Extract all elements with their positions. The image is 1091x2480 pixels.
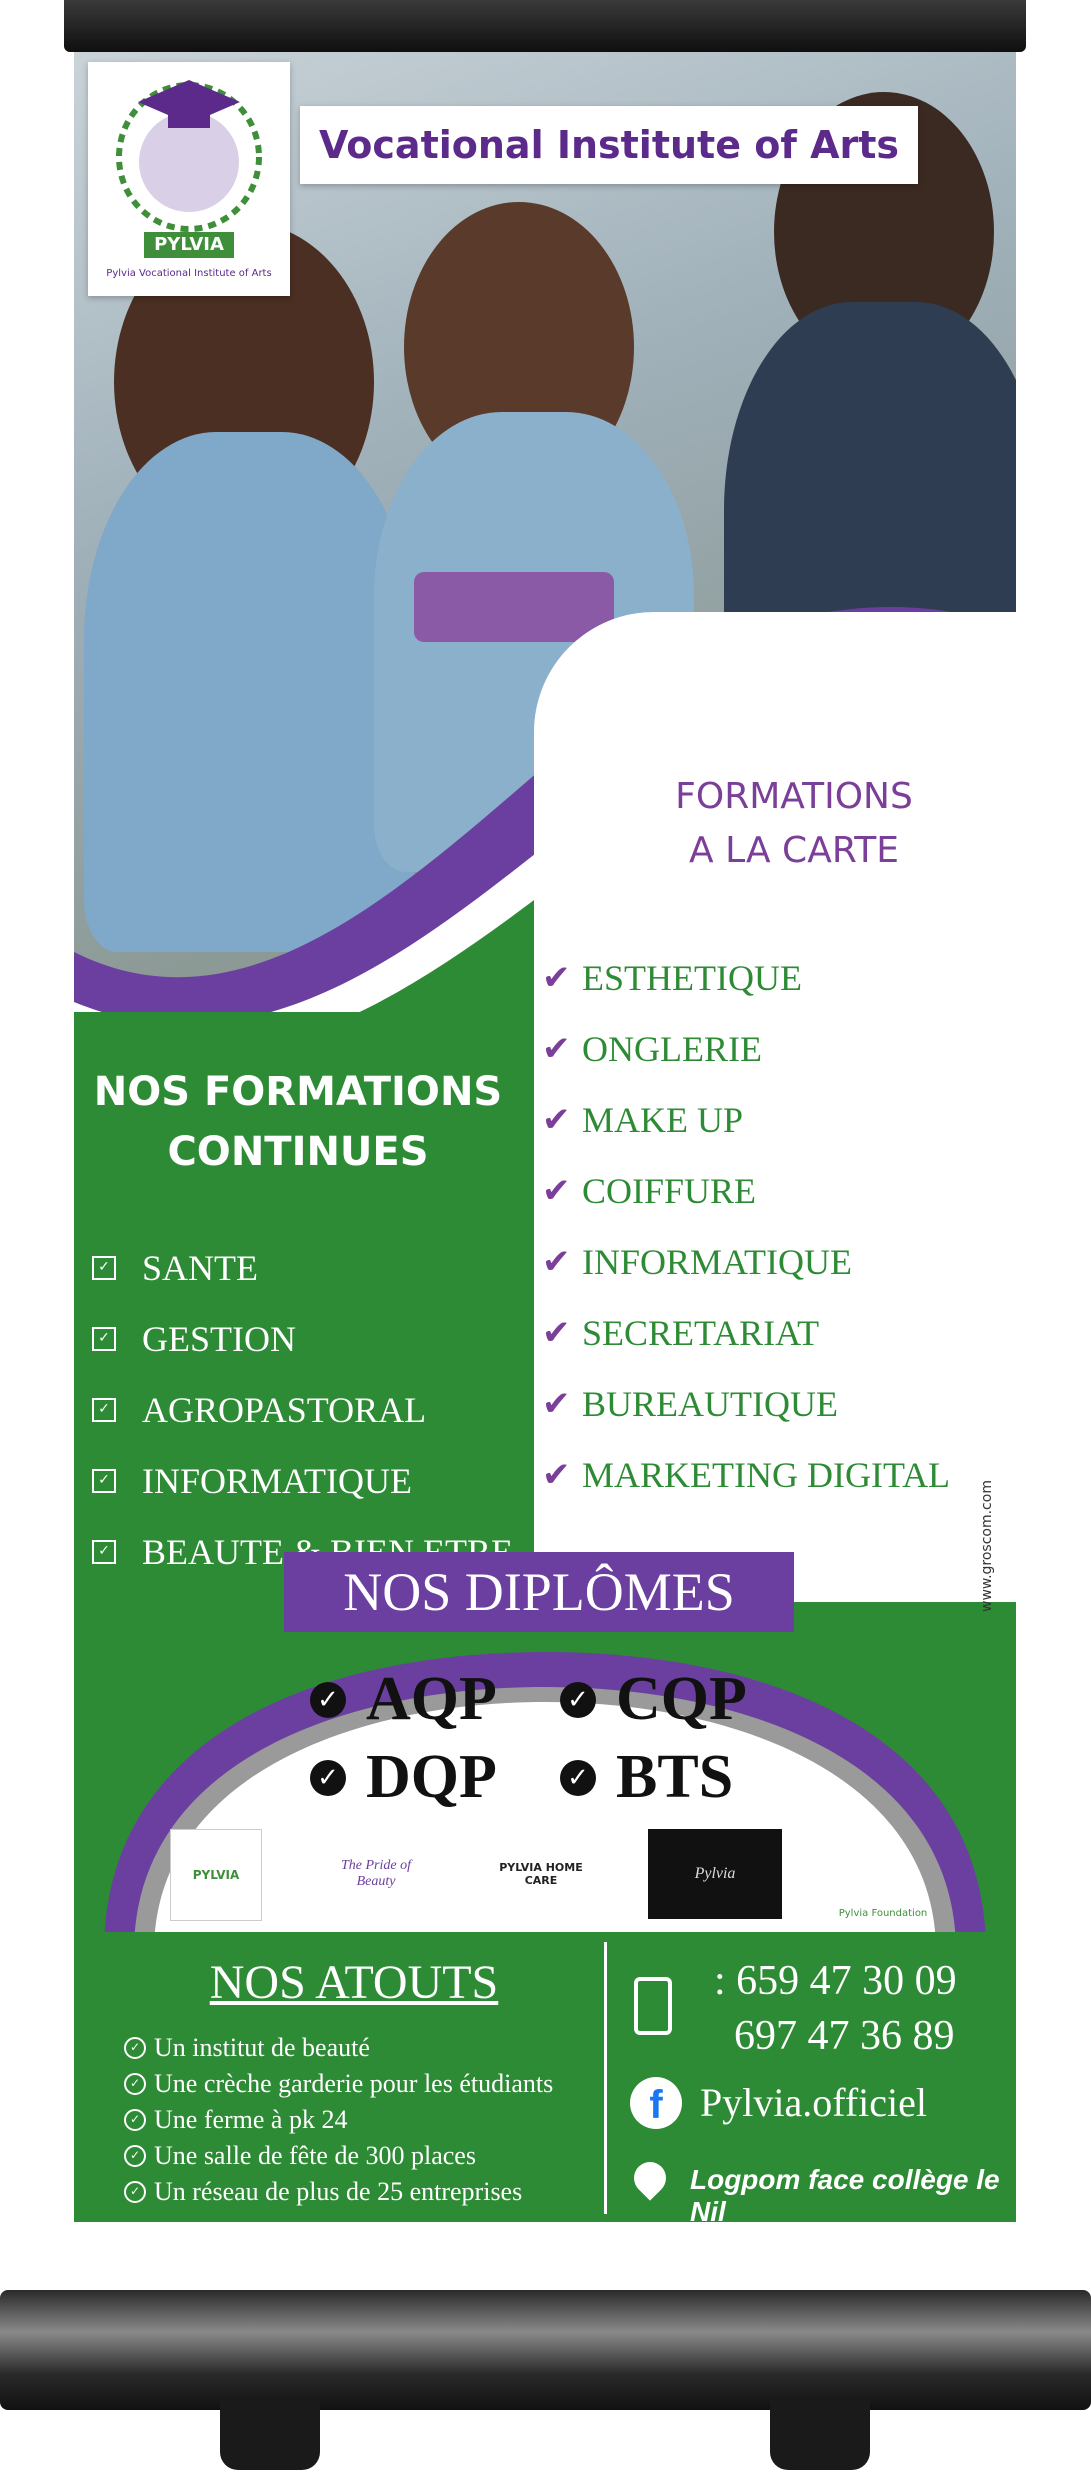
list-item-label: Un réseau de plus de 25 entreprises [154,2177,523,2206]
logo-name: PYLVIA [154,234,224,255]
list-item-label: Une ferme à pk 24 [154,2105,348,2134]
list-item: ✔ ESTHETIQUE [542,942,1016,1013]
check-icon: ✔ [542,957,571,998]
list-item-label: INFORMATIQUE [582,1241,852,1282]
facebook-icon: f [630,2077,682,2129]
list-item-label: Une crèche garderie pour les étudiants [154,2069,554,2098]
checkbox-icon: ✓ [92,1397,116,1422]
list-item: ✓ Une crèche garderie pour les étudiants [124,2066,594,2102]
diplomes-title: NOS DIPLÔMES [343,1562,735,1622]
page-title: Vocational Institute of Arts [318,123,900,167]
list-item-label: INFORMATIQUE [142,1460,412,1501]
list-item-label: BUREAUTIQUE [582,1383,838,1424]
formations-continues-title: NOS FORMATIONS CONTINUES [88,1062,508,1182]
list-item: ✔ SECRETARIAT [542,1297,1016,1368]
check-icon: ✓ [310,1759,346,1796]
partner-logo-home-care: PYLVIA HOME CARE [499,1861,583,1887]
list-item-label: SANTE [142,1247,258,1288]
logo-caption: Pylvia Vocational Institute of Arts [106,268,272,279]
list-item-label: Une salle de fête de 300 places [154,2141,476,2170]
checkbox-icon: ✓ [92,1255,116,1280]
formations-continues-title-line1: NOS FORMATIONS [93,1069,503,1115]
phone-number-1: : 659 47 30 09 [714,1958,957,2004]
check-icon: ✓ [124,2109,146,2131]
list-item: ✔ ONGLERIE [542,1013,1016,1084]
check-icon: ✓ [124,2181,146,2203]
partner-logo-pylvia: PYLVIA [170,1829,262,1921]
formations-carte-list: ✔ ESTHETIQUE ✔ ONGLERIE ✔ MAKE UP ✔ COIFFURE… [542,942,1016,1510]
list-item-label: MARKETING DIGITAL [582,1454,951,1495]
title-box: Vocational Institute of Arts [300,106,918,184]
list-item-label: MAKE UP [582,1099,744,1140]
stand-foot-left [220,2400,320,2470]
checkbox-icon: ✓ [92,1468,116,1493]
divider [604,1942,607,2214]
list-item: ✓ INFORMATIQUE [88,1445,548,1516]
check-icon: ✔ [542,1099,571,1140]
list-item: ✓ SANTE [88,1232,548,1303]
facebook-handle: Pylvia.officiel [700,2080,927,2125]
list-item-label: ONGLERIE [582,1028,762,1069]
check-icon: ✓ [560,1759,596,1796]
check-icon: ✔ [542,1170,571,1211]
diploma-label: DQP [366,1743,497,1811]
list-item: ✔ COIFFURE [542,1155,1016,1226]
designer-credit: www.groscom.com [979,1480,995,1612]
partner-logo-photo: Pylvia [648,1829,782,1919]
formations-carte-title: FORMATIONS A LA CARTE [634,770,954,878]
diploma-item: ✓ DQP [310,1742,497,1813]
check-icon: ✓ [124,2145,146,2167]
checkbox-icon: ✓ [92,1539,116,1564]
formations-carte-title-line1: FORMATIONS [675,776,913,817]
phone-icon [634,1977,672,2035]
partner-logo-foundation: Pylvia Foundation [838,1908,928,1919]
list-item: ✓ Un institut de beauté [124,2030,594,2066]
check-icon: ✔ [542,1028,571,1069]
stand-foot-right [770,2400,870,2470]
list-item: ✓ Un réseau de plus de 25 entreprises [124,2174,594,2210]
diploma-item: ✓ AQP [310,1664,497,1735]
check-icon: ✓ [310,1681,346,1718]
list-item: ✓ AGROPASTORAL [88,1374,548,1445]
formations-carte-title-line2: A LA CARTE [689,830,899,871]
stand-base [0,2290,1091,2410]
formations-continues-title-line2: CONTINUES [167,1129,429,1175]
diploma-label: BTS [616,1743,734,1811]
address: Logpom face collège le Nil [690,2164,1000,2227]
list-item-label: ESTHETIQUE [582,957,802,998]
diploma-item: ✓ BTS [560,1742,733,1813]
list-item-label: Un institut de beauté [154,2033,370,2062]
formations-continues-list: ✓ SANTE ✓ GESTION ✓ AGROPASTORAL ✓ INFORMATI… [88,1232,548,1587]
institute-logo: PYLVIA Pylvia Vocational Institute of Ar… [88,62,290,296]
diploma-item: ✓ CQP [560,1664,747,1735]
list-item: ✓ Une salle de fête de 300 places [124,2138,594,2174]
list-item-label: COIFFURE [582,1170,757,1211]
list-item: ✔ BUREAUTIQUE [542,1368,1016,1439]
diploma-label: CQP [616,1665,747,1733]
phone-number-2: 697 47 36 89 [734,2013,955,2059]
atouts-title: NOS ATOUTS [209,1956,499,2009]
check-icon: ✓ [124,2073,146,2095]
list-item: ✔ MAKE UP [542,1084,1016,1155]
list-item-label: AGROPASTORAL [142,1389,427,1430]
atouts-list: ✓ Un institut de beauté ✓ Une crèche garde… [124,2030,594,2210]
diplomes-title-box: NOS DIPLÔMES [284,1552,794,1632]
list-item: ✓ Une ferme à pk 24 [124,2102,594,2138]
list-item-label: SECRETARIAT [582,1312,820,1353]
partner-logo-pride-of-beauty: The Pride of Beauty [341,1858,411,1889]
list-item: ✓ GESTION [88,1303,548,1374]
list-item-label: GESTION [142,1318,296,1359]
check-icon: ✓ [124,2037,146,2059]
list-item: ✔ MARKETING DIGITAL [542,1439,1016,1510]
stand-top-bar [64,0,1026,52]
graduation-cap-icon [116,80,262,258]
check-icon: ✓ [560,1681,596,1718]
banner: PYLVIA Pylvia Vocational Institute of Ar… [74,52,1016,2290]
checkbox-icon: ✓ [92,1326,116,1351]
diploma-label: AQP [366,1665,497,1733]
list-item: ✔ INFORMATIQUE [542,1226,1016,1297]
